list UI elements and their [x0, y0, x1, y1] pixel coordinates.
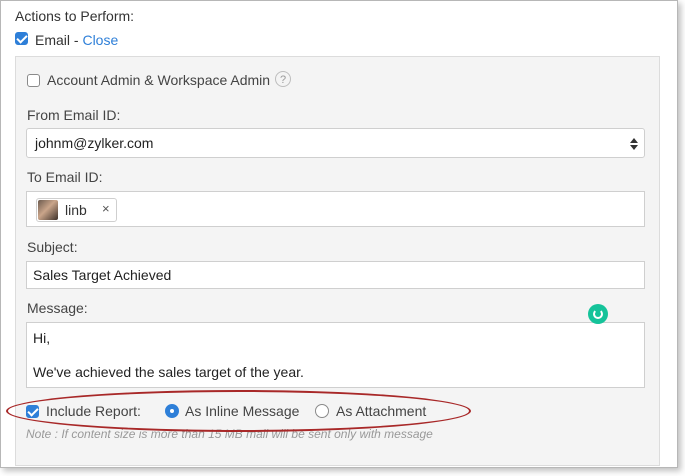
close-link[interactable]: Close: [82, 32, 118, 48]
recipient-name: linb: [65, 202, 87, 218]
attachment-label: As Attachment: [336, 403, 427, 419]
email-option-label: Email - Close: [35, 32, 118, 48]
include-report-label: Include Report:: [46, 403, 141, 419]
admin-checkbox[interactable]: [27, 74, 40, 87]
attachment-radio[interactable]: [315, 404, 329, 418]
to-email-label: To Email ID:: [27, 169, 103, 185]
from-email-select[interactable]: johnm@zylker.com: [26, 128, 645, 158]
grammarly-icon[interactable]: [588, 304, 608, 324]
message-textarea[interactable]: Hi, We've achieved the sales target of t…: [26, 322, 645, 388]
remove-recipient-icon[interactable]: ×: [102, 201, 110, 216]
inline-message-label: As Inline Message: [185, 403, 300, 419]
message-line-1: Hi,: [33, 330, 51, 346]
recipient-chip: linb ×: [36, 198, 117, 222]
admin-option-label: Account Admin & Workspace Admin: [47, 72, 271, 88]
include-report-checkbox[interactable]: [26, 405, 39, 418]
from-email-label: From Email ID:: [27, 107, 121, 123]
help-icon[interactable]: ?: [275, 71, 291, 87]
email-label-text: Email -: [35, 32, 83, 48]
subject-input[interactable]: Sales Target Achieved: [26, 261, 645, 289]
size-note: Note : If content size is more than 15 M…: [26, 427, 433, 441]
email-checkbox[interactable]: [15, 32, 28, 45]
to-email-field[interactable]: linb ×: [26, 191, 645, 227]
inline-message-radio[interactable]: [165, 404, 179, 418]
actions-dialog: Actions to Perform: Email - Close Accoun…: [0, 0, 678, 468]
subject-value: Sales Target Achieved: [33, 267, 172, 283]
subject-label: Subject:: [27, 239, 78, 255]
select-arrows-icon: [630, 138, 638, 150]
from-email-value: johnm@zylker.com: [35, 135, 154, 151]
message-label: Message:: [27, 300, 88, 316]
section-title: Actions to Perform:: [15, 8, 135, 24]
avatar: [38, 200, 58, 220]
message-line-2: We've achieved the sales target of the y…: [33, 364, 304, 380]
